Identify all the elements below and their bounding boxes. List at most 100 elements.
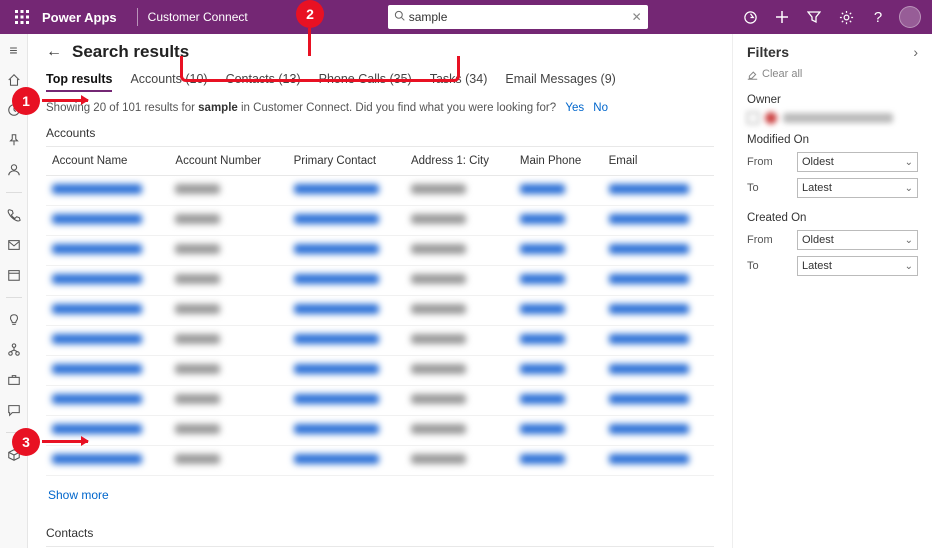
collapse-filters-icon[interactable]: ›	[913, 44, 918, 60]
add-icon[interactable]	[768, 3, 796, 31]
owner-checkbox[interactable]	[747, 112, 759, 124]
feedback-yes-link[interactable]: Yes	[565, 102, 584, 114]
nav-chat-icon[interactable]	[4, 400, 24, 420]
nav-org-icon[interactable]	[4, 340, 24, 360]
table-cell	[603, 446, 714, 476]
eraser-icon	[747, 69, 758, 80]
nav-calendar-icon[interactable]	[4, 265, 24, 285]
modified-from-label: From	[747, 156, 787, 168]
table-cell	[603, 386, 714, 416]
column-header[interactable]: Primary Contact	[288, 147, 405, 176]
search-box[interactable]: ✕	[388, 5, 648, 29]
clear-search-icon[interactable]: ✕	[632, 10, 642, 24]
column-header[interactable]: Main Phone	[514, 147, 603, 176]
table-cell	[169, 356, 287, 386]
search-input[interactable]	[409, 10, 632, 24]
nav-mail-icon[interactable]	[4, 235, 24, 255]
summary-term: sample	[198, 102, 238, 114]
column-header[interactable]: Email	[603, 147, 714, 176]
table-cell	[405, 356, 514, 386]
table-cell	[169, 446, 287, 476]
column-header[interactable]: Address 1: City	[405, 147, 514, 176]
clear-all-button[interactable]: Clear all	[747, 68, 918, 80]
chevron-down-icon: ⌄	[905, 183, 913, 194]
callout-1-arrow	[42, 99, 88, 102]
table-cell	[514, 296, 603, 326]
table-cell	[169, 296, 287, 326]
search-wrap: ✕	[388, 5, 648, 29]
nav-pinned-icon[interactable]	[4, 130, 24, 150]
table-row[interactable]	[46, 326, 714, 356]
table-cell	[46, 236, 169, 266]
table-cell	[405, 296, 514, 326]
table-cell	[46, 266, 169, 296]
table-row[interactable]	[46, 386, 714, 416]
content-scroll[interactable]: ← Search results Top resultsAccounts (10…	[28, 34, 732, 548]
nav-briefcase-icon[interactable]	[4, 370, 24, 390]
section-title-contacts: Contacts	[46, 526, 714, 540]
app-launcher-icon[interactable]	[8, 3, 36, 31]
table-cell	[288, 326, 405, 356]
owner-option[interactable]	[747, 112, 918, 124]
nav-separator	[6, 297, 22, 298]
table-cell	[46, 386, 169, 416]
callout-3-arrow	[42, 440, 88, 443]
filter-group-modified: Modified On	[747, 134, 918, 146]
table-cell	[405, 266, 514, 296]
owner-name	[783, 113, 893, 123]
table-row[interactable]	[46, 356, 714, 386]
table-row[interactable]	[46, 416, 714, 446]
nav-phone-icon[interactable]	[4, 205, 24, 225]
table-row[interactable]	[46, 206, 714, 236]
created-from-select[interactable]: Oldest⌄	[797, 230, 918, 250]
brand-label: Power Apps	[42, 10, 117, 25]
feedback-no-link[interactable]: No	[593, 102, 608, 114]
accounts-table: Account NameAccount NumberPrimary Contac…	[46, 146, 714, 476]
table-cell	[514, 356, 603, 386]
table-cell	[514, 236, 603, 266]
table-cell	[169, 266, 287, 296]
table-cell	[169, 176, 287, 206]
filter-group-created: Created On	[747, 212, 918, 224]
table-cell	[405, 386, 514, 416]
filters-panel: Filters › Clear all Owner Modified On Fr…	[732, 34, 932, 548]
modified-from-select[interactable]: Oldest⌄	[797, 152, 918, 172]
help-icon[interactable]: ?	[864, 3, 892, 31]
callout-badge: 3	[12, 428, 40, 456]
table-cell	[288, 416, 405, 446]
modified-to-select[interactable]: Latest⌄	[797, 178, 918, 198]
callout-2-stem	[308, 28, 311, 56]
table-cell	[46, 326, 169, 356]
nav-menu-icon[interactable]: ≡	[4, 40, 24, 60]
table-row[interactable]	[46, 296, 714, 326]
table-row[interactable]	[46, 236, 714, 266]
table-row[interactable]	[46, 176, 714, 206]
table-cell	[514, 416, 603, 446]
table-row[interactable]	[46, 446, 714, 476]
result-tab[interactable]: Email Messages (9)	[505, 72, 615, 92]
table-cell	[46, 296, 169, 326]
back-icon[interactable]: ←	[46, 43, 62, 61]
callout-2-bracket	[180, 56, 460, 82]
search-icon	[394, 10, 405, 24]
user-avatar[interactable]	[896, 3, 924, 31]
table-cell	[169, 386, 287, 416]
chevron-down-icon: ⌄	[905, 235, 913, 246]
table-row[interactable]	[46, 266, 714, 296]
show-more-link[interactable]: Show more	[48, 488, 109, 502]
column-header[interactable]: Account Number	[169, 147, 287, 176]
created-from-label: From	[747, 234, 787, 246]
nav-insights-icon[interactable]	[4, 310, 24, 330]
nav-contacts-icon[interactable]	[4, 160, 24, 180]
table-cell	[288, 236, 405, 266]
column-header[interactable]: Account Name	[46, 147, 169, 176]
shell: ≡ ← Search results Top resultsAccounts (…	[0, 34, 932, 548]
settings-icon[interactable]	[832, 3, 860, 31]
filter-icon[interactable]	[800, 3, 828, 31]
created-to-select[interactable]: Latest⌄	[797, 256, 918, 276]
assistant-icon[interactable]	[736, 3, 764, 31]
created-to-label: To	[747, 260, 787, 272]
result-tab[interactable]: Top results	[46, 72, 112, 92]
table-cell	[603, 266, 714, 296]
table-cell	[288, 296, 405, 326]
